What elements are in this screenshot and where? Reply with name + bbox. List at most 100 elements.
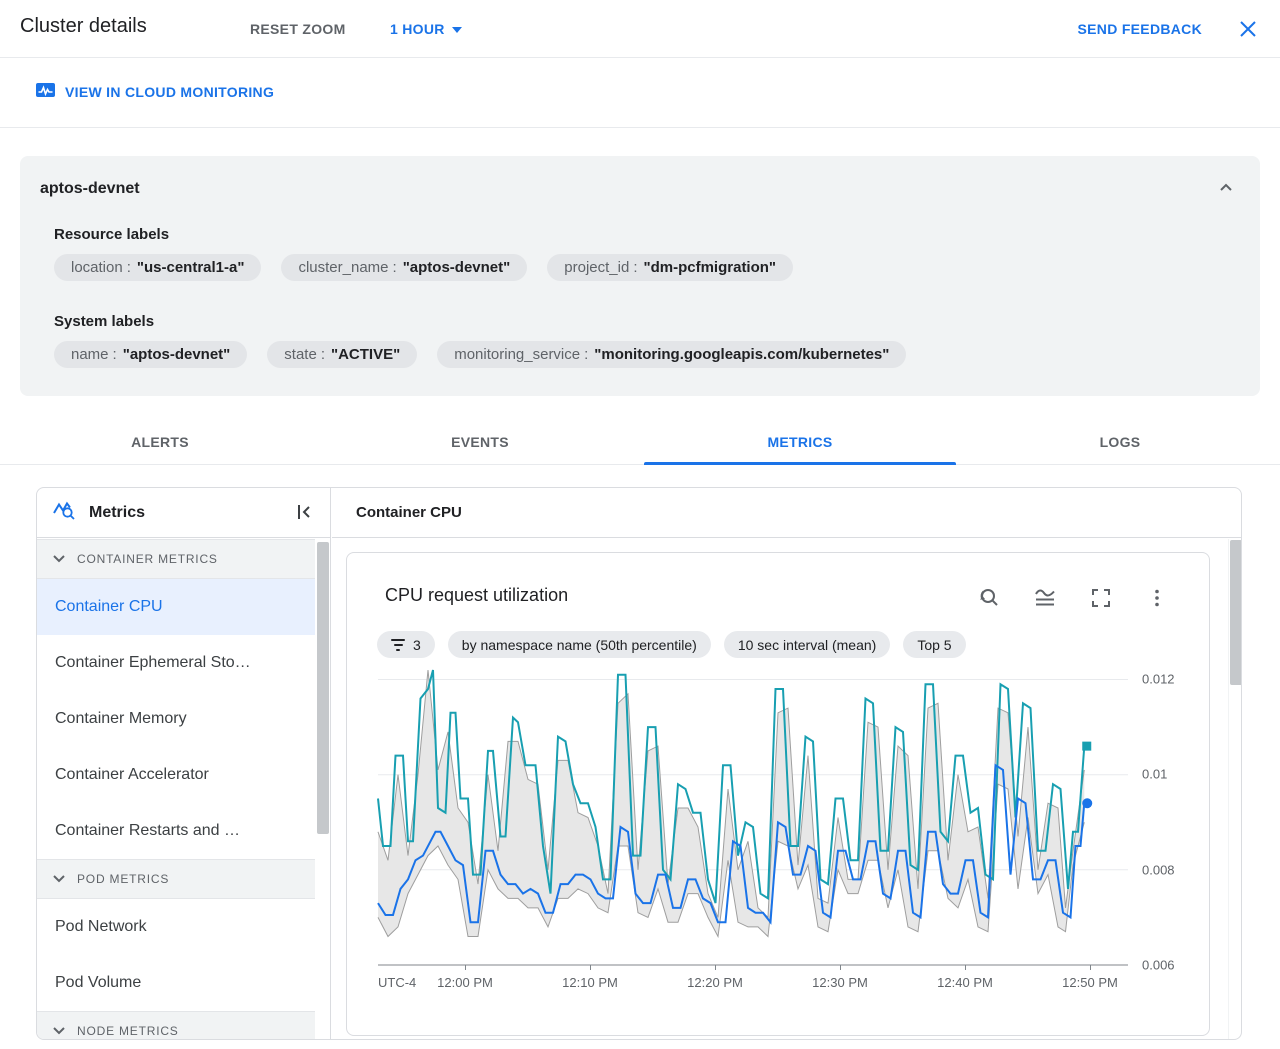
fullscreen-icon: [1092, 589, 1110, 607]
x-axis-label: 12:50 PM: [1062, 975, 1118, 990]
reset-zoom-button[interactable]: RESET ZOOM: [250, 21, 346, 37]
top-filter-chip[interactable]: Top 5: [903, 631, 966, 658]
monitoring-link-row: VIEW IN CLOUD MONITORING: [0, 59, 1280, 128]
tab-label: EVENTS: [451, 434, 509, 450]
chevron-down-icon: [451, 27, 462, 33]
view-in-cloud-monitoring-link[interactable]: VIEW IN CLOUD MONITORING: [36, 83, 274, 100]
chevron-up-icon: [1220, 183, 1232, 191]
label-colon: :: [633, 259, 638, 276]
fullscreen-button[interactable]: [1089, 586, 1113, 610]
chart-plot-area[interactable]: [377, 669, 1128, 970]
chart-card-toolbar: [977, 586, 1169, 610]
timezone-label: UTC-4: [378, 975, 417, 990]
metric-group-header: Container CPU: [332, 488, 1241, 538]
label-pill: monitoring_service: "monitoring.googleapi…: [437, 341, 907, 368]
x-axis-label: 12:20 PM: [687, 975, 743, 990]
section-label: POD METRICS: [77, 872, 170, 886]
time-range-label: 1 HOUR: [390, 21, 445, 37]
cluster-details-panel: Cluster details RESET ZOOM 1 HOUR SEND F…: [0, 0, 1280, 1049]
label-pill: project_id: "dm-pcfmigration": [547, 254, 794, 281]
label-value: "ACTIVE": [330, 346, 401, 363]
tab-metrics[interactable]: METRICS: [640, 420, 960, 465]
metric-item-label: Container Ephemeral Sto…: [55, 654, 251, 671]
metrics-main-panel: Container CPU CPU request utilization 3 …: [332, 488, 1241, 1039]
label-key: name: [71, 346, 109, 363]
metrics-chart-search-icon: [51, 498, 77, 527]
metrics-sidebar: Metrics CONTAINER METRICS Container CPU …: [37, 488, 331, 1039]
cluster-summary-card: aptos-devnet Resource labels location: "u…: [20, 156, 1260, 396]
label-key: monitoring_service: [454, 346, 581, 363]
label-pill: state: "ACTIVE": [267, 341, 418, 368]
resource-labels-row: location: "us-central1-a" cluster_name: "a…: [54, 254, 794, 281]
sidebar-item-pod-network[interactable]: Pod Network: [37, 899, 330, 955]
toggle-legend-button[interactable]: [1033, 586, 1057, 610]
label-value: "us-central1-a": [136, 259, 245, 276]
metric-item-label: Container Accelerator: [55, 766, 209, 783]
sidebar-scrollbar-thumb[interactable]: [317, 542, 329, 834]
system-labels-row: name: "aptos-devnet" state: "ACTIVE" monit…: [54, 341, 907, 368]
sidebar-item-container-restarts[interactable]: Container Restarts and …: [37, 803, 330, 859]
chart-filter-chips: 3 by namespace name (50th percentile) 10…: [377, 631, 966, 658]
sidebar-item-container-memory[interactable]: Container Memory: [37, 691, 330, 747]
kebab-menu-icon: [1155, 589, 1159, 607]
interval-chip[interactable]: 10 sec interval (mean): [723, 631, 891, 658]
chip-label: Top 5: [917, 636, 952, 653]
sidebar-scrollbar[interactable]: [315, 539, 330, 1039]
y-axis-label: 0.006: [1142, 957, 1175, 973]
main-scrollbar-thumb[interactable]: [1230, 540, 1241, 685]
sidebar-item-container-accelerator[interactable]: Container Accelerator: [37, 747, 330, 803]
send-feedback-button[interactable]: SEND FEEDBACK: [1078, 21, 1202, 37]
collapse-card-button[interactable]: [1214, 176, 1238, 200]
top-bar: Cluster details RESET ZOOM 1 HOUR SEND F…: [0, 0, 1280, 58]
section-node-metrics[interactable]: NODE METRICS: [37, 1011, 330, 1039]
y-axis-label: 0.008: [1142, 862, 1175, 878]
main-scrollbar[interactable]: [1228, 539, 1241, 1039]
sidebar-header: Metrics: [37, 488, 330, 538]
label-pill: cluster_name: "aptos-devnet": [281, 254, 528, 281]
label-colon: :: [392, 259, 397, 276]
chart-title: CPU request utilization: [385, 585, 569, 605]
collapse-sidebar-button[interactable]: [294, 501, 318, 525]
active-tab-underline: [644, 462, 956, 465]
cluster-name: aptos-devnet: [40, 180, 140, 197]
sidebar-metric-list: CONTAINER METRICS Container CPU Containe…: [37, 539, 330, 1039]
label-colon: :: [126, 259, 131, 276]
filters-count-chip[interactable]: 3: [377, 631, 435, 658]
time-range-dropdown[interactable]: 1 HOUR: [390, 21, 462, 37]
label-key: state: [284, 346, 317, 363]
metric-item-label: Pod Volume: [55, 974, 142, 991]
page-title: Cluster details: [20, 15, 147, 37]
label-key: location: [71, 259, 123, 276]
close-button[interactable]: [1236, 17, 1260, 41]
label-value: "dm-pcfmigration": [643, 259, 777, 276]
chevron-down-icon: [53, 875, 65, 883]
metric-item-label: Container Restarts and …: [55, 822, 240, 839]
monitoring-chart-icon: [36, 83, 55, 100]
line-chart: [377, 669, 1128, 970]
tab-alerts[interactable]: ALERTS: [0, 420, 320, 464]
chip-label: 10 sec interval (mean): [737, 636, 877, 653]
tab-label: ALERTS: [131, 434, 189, 450]
tab-logs[interactable]: LOGS: [960, 420, 1280, 464]
tab-bar: ALERTS EVENTS METRICS LOGS: [0, 420, 1280, 465]
section-label: NODE METRICS: [77, 1024, 179, 1038]
tab-events[interactable]: EVENTS: [320, 420, 640, 464]
x-axis-label: 12:10 PM: [562, 975, 618, 990]
filter-icon: [391, 638, 405, 651]
label-colon: :: [320, 346, 325, 363]
chip-label: 3: [413, 636, 421, 653]
zoom-reset-icon: [980, 589, 998, 606]
section-container-metrics[interactable]: CONTAINER METRICS: [37, 539, 330, 579]
label-key: project_id: [564, 259, 630, 276]
chart-card: CPU request utilization 3 by namespace n…: [346, 552, 1210, 1036]
sidebar-item-pod-volume[interactable]: Pod Volume: [37, 955, 330, 1011]
sidebar-item-container-cpu[interactable]: Container CPU: [37, 579, 330, 635]
groupby-chip[interactable]: by namespace name (50th percentile): [447, 631, 711, 658]
metric-item-label: Container CPU: [55, 598, 163, 615]
sidebar-item-container-ephemeral-storage[interactable]: Container Ephemeral Sto…: [37, 635, 330, 691]
zoom-reset-button[interactable]: [977, 586, 1001, 610]
chevron-down-icon: [53, 555, 65, 563]
label-pill: location: "us-central1-a": [54, 254, 262, 281]
more-options-button[interactable]: [1145, 586, 1169, 610]
section-pod-metrics[interactable]: POD METRICS: [37, 859, 330, 899]
